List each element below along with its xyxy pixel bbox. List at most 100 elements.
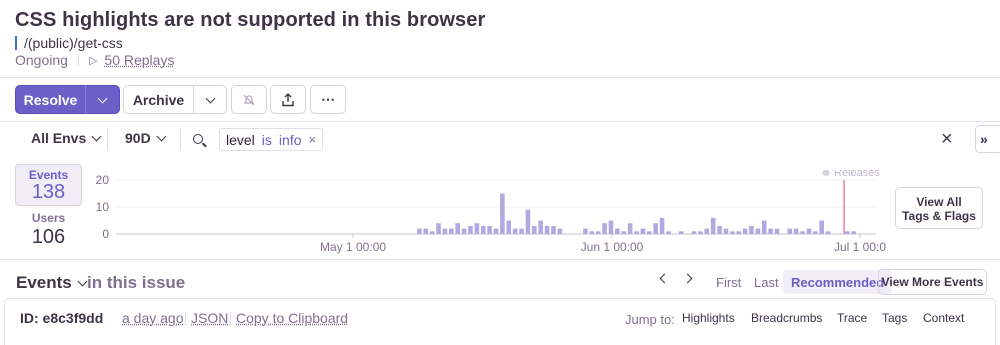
remove-token-icon[interactable]: × <box>309 132 317 147</box>
environment-selector[interactable]: All Envs <box>31 130 102 146</box>
events-section-header: Events in this issue First Last Recommen… <box>0 260 1000 298</box>
y-tick-label: 20 <box>96 173 110 187</box>
view-all-tags-button[interactable]: View All Tags & Flags <box>895 187 983 229</box>
recommended-event-button[interactable]: Recommended <box>783 270 893 294</box>
users-stat-button[interactable]: Users 106 <box>15 211 82 249</box>
chart-bar <box>429 231 435 234</box>
chart-bar <box>455 223 460 234</box>
share-button[interactable] <box>270 85 306 114</box>
chevron-down-icon <box>97 93 108 103</box>
chart-bar <box>800 231 805 234</box>
events-bar-chart: 0 10 20 Releases May 1 00:00 Jun 1 00:00 Jul 1… <box>96 170 886 254</box>
issue-status-line: Ongoing ▷ 50 Replays <box>15 52 174 68</box>
chart-bar <box>761 220 767 234</box>
sidebar-toggle-button[interactable]: » <box>975 125 1000 153</box>
chart-bar <box>538 220 544 234</box>
chart-bar <box>621 231 627 234</box>
first-event-button[interactable]: First <box>716 275 741 290</box>
chart-bar <box>532 225 537 234</box>
token-operator[interactable]: is <box>262 132 272 148</box>
chart-bar <box>742 228 748 234</box>
resolve-button[interactable]: Resolve <box>15 85 86 114</box>
chart-bar <box>634 231 639 234</box>
chart-bar <box>825 231 831 234</box>
divider <box>107 129 108 149</box>
jump-link-breadcrumbs[interactable]: Breadcrumbs <box>751 311 822 325</box>
more-actions-button[interactable]: ⋯ <box>310 85 346 114</box>
divider <box>180 129 181 149</box>
jump-link-context[interactable]: Context <box>923 311 964 325</box>
chart-bar <box>608 220 614 234</box>
last-event-button[interactable]: Last <box>754 275 779 290</box>
chart-bar <box>787 228 793 234</box>
bell-off-icon <box>243 94 255 105</box>
upload-icon <box>282 92 294 106</box>
chart-bar <box>474 223 480 234</box>
copy-to-clipboard-link[interactable]: Copy to Clipboard <box>236 310 348 326</box>
events-stat-count: 138 <box>31 181 66 203</box>
chart-bar <box>595 231 601 234</box>
chart-bar <box>678 231 684 234</box>
legend-marker <box>822 170 830 176</box>
search-token[interactable]: level is info × <box>219 128 324 151</box>
archive-button[interactable]: Archive <box>123 85 194 114</box>
status-text: Ongoing <box>15 52 68 68</box>
json-link[interactable]: JSON <box>191 310 228 326</box>
chevron-down-icon <box>77 276 88 286</box>
events-stat-button[interactable]: Events 138 <box>15 164 82 206</box>
chart-bar <box>423 228 429 234</box>
chart-bar <box>666 231 671 234</box>
chart-bar <box>627 223 633 234</box>
previous-event-icon[interactable] <box>659 273 670 284</box>
filter-bar: All Envs 90D level is info × × » <box>0 122 1000 156</box>
users-stat-count: 106 <box>31 226 66 248</box>
issue-header: CSS highlights are not supported in this… <box>0 0 1000 78</box>
chart-bar <box>519 228 524 234</box>
jump-link-trace[interactable]: Trace <box>837 311 867 325</box>
divider <box>77 54 79 66</box>
chart-bar <box>493 228 499 234</box>
resolve-dropdown-button[interactable] <box>85 85 120 114</box>
next-event-icon[interactable] <box>682 273 693 284</box>
replays-link[interactable]: 50 Replays <box>104 52 174 68</box>
chart-bar <box>512 228 518 234</box>
clear-search-icon[interactable]: × <box>941 128 953 151</box>
chart-bar <box>698 231 703 234</box>
events-stat-label: Events <box>28 168 69 182</box>
chart-bar <box>589 231 595 234</box>
issue-actions-toolbar: Resolve Archive ⋯ <box>0 78 1000 122</box>
period-selector[interactable]: 90D <box>125 130 167 146</box>
token-value[interactable]: info <box>279 132 302 148</box>
jump-link-tags[interactable]: Tags <box>882 311 907 325</box>
chart-bar <box>851 231 856 234</box>
event-time-link[interactable]: a day ago <box>122 310 184 326</box>
mute-button[interactable] <box>231 85 267 114</box>
chart-bar <box>749 225 754 234</box>
chart-bar <box>653 223 658 234</box>
chart-bar <box>717 225 722 234</box>
event-id: ID: e8c3f9dd <box>20 310 104 326</box>
view-tags-line1: View All <box>916 195 962 209</box>
y-tick-label: 0 <box>102 227 109 241</box>
divider <box>230 312 231 326</box>
view-more-events-button[interactable]: View More Events <box>878 269 987 295</box>
chart-bar <box>736 231 741 234</box>
jump-to-label: Jump to: <box>625 312 675 327</box>
jump-link-highlights[interactable]: Highlights <box>682 311 735 325</box>
x-tick-label: May 1 00:00 <box>320 240 386 254</box>
chart-bar <box>557 228 563 234</box>
chart-bar <box>819 220 825 234</box>
chart-bar <box>583 228 588 234</box>
period-label: 90D <box>125 130 151 146</box>
search-icon <box>193 134 203 144</box>
chart-bar <box>551 225 556 234</box>
events-dropdown[interactable]: Events <box>16 273 88 293</box>
archive-dropdown-button[interactable] <box>193 85 227 114</box>
y-tick-label: 10 <box>96 200 110 214</box>
chart-bar <box>806 228 812 234</box>
chart-bar <box>436 223 441 234</box>
chart-bar <box>448 228 454 234</box>
chart-bar <box>525 209 531 234</box>
chevron-down-icon <box>156 131 167 141</box>
chevron-down-icon <box>91 131 102 141</box>
